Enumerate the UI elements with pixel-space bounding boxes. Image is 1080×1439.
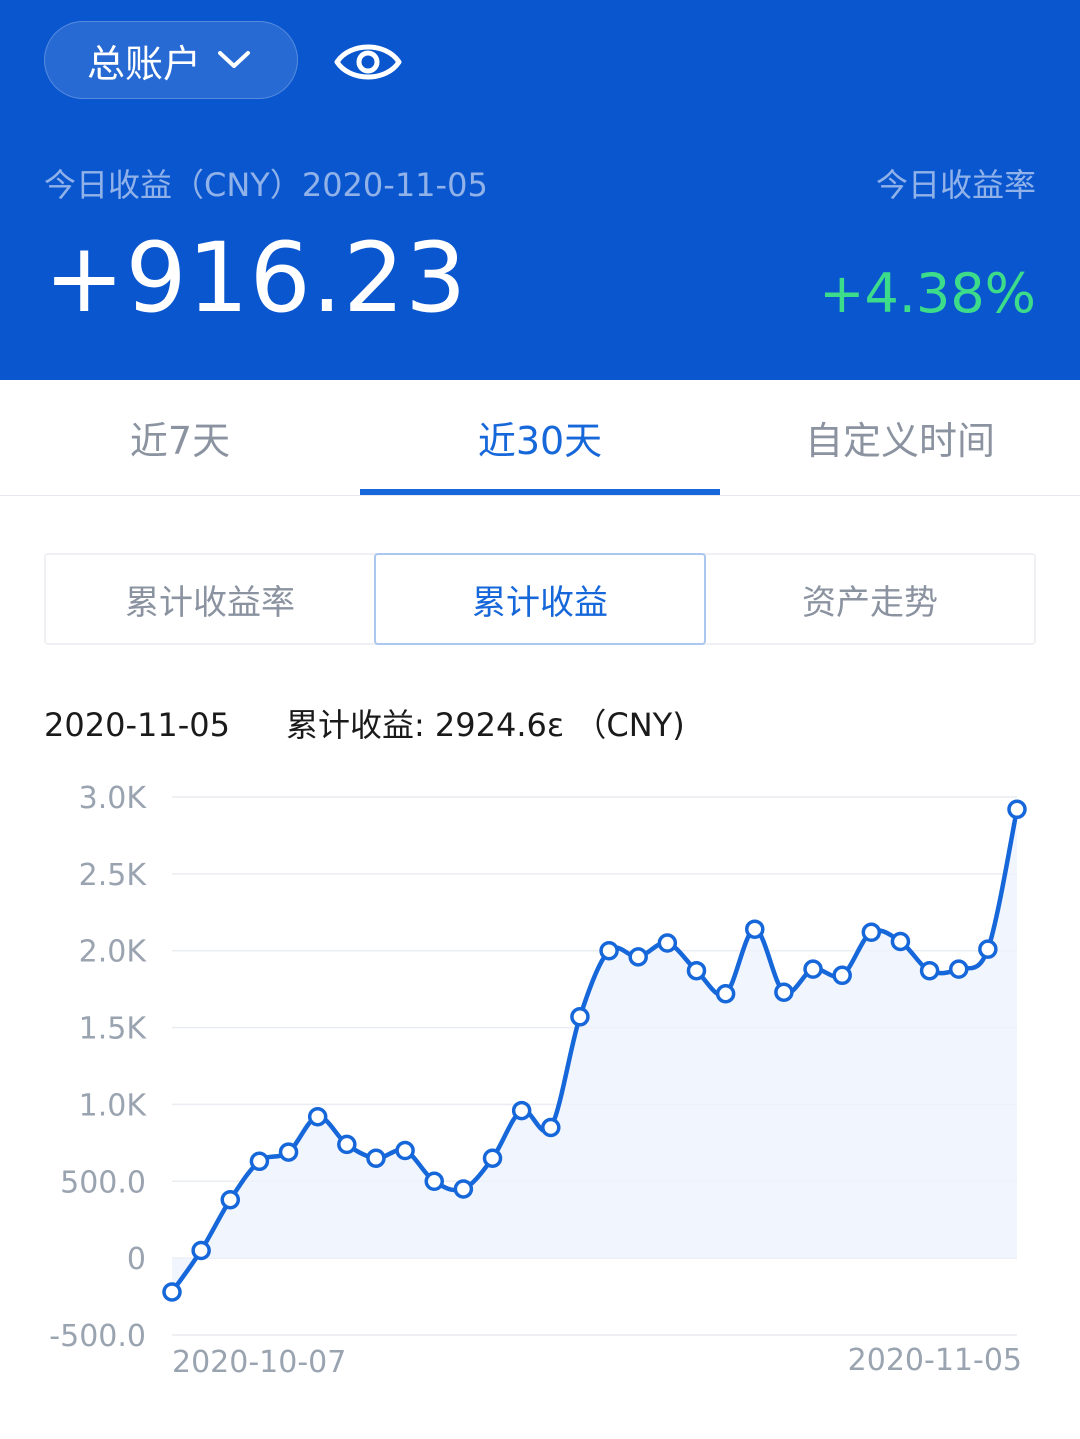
account-label: 总账户 — [87, 41, 202, 86]
data-point — [424, 1171, 444, 1192]
tab-custom-time[interactable]: 自定义时间 — [720, 380, 1080, 495]
tab-7-days[interactable]: 近7天 — [0, 380, 360, 495]
data-point — [861, 922, 882, 943]
data-point — [686, 960, 707, 981]
y-tick-label: 500.0 — [60, 1165, 146, 1200]
segment-cumulative-earnings[interactable]: 累计收益 — [374, 553, 706, 645]
data-point — [832, 965, 852, 986]
y-tick-label: -500.0 — [49, 1319, 146, 1354]
data-point — [1007, 799, 1027, 820]
eye-icon[interactable] — [334, 38, 402, 86]
data-point — [919, 960, 940, 981]
data-point — [453, 1179, 474, 1199]
data-point — [890, 931, 911, 952]
data-point — [366, 1148, 386, 1168]
account-header: 总账户 今日收益（CNY）2020-11-05 今日收益率 +916.23 +4… — [0, 0, 1080, 380]
area-fill — [172, 809, 1017, 1292]
data-point — [541, 1117, 561, 1138]
readout-date: 2020-11-05 — [44, 706, 230, 744]
y-tick-label: 2.0K — [79, 935, 148, 970]
chart-readout: 2020-11-05 累计收益: 2924.6ε （CNY) — [44, 700, 685, 746]
y-tick-label: 0 — [127, 1242, 146, 1277]
data-point — [191, 1240, 211, 1261]
tab-30-days[interactable]: 近30天 — [360, 380, 720, 495]
y-tick-label: 1.5K — [79, 1012, 148, 1047]
y-tick-label: 2.5K — [79, 858, 148, 893]
active-tab-indicator — [360, 489, 720, 495]
data-point — [628, 947, 648, 967]
data-point — [249, 1151, 270, 1172]
data-point — [803, 959, 823, 979]
metric-segment-control: 累计收益率 累计收益 资产走势 — [44, 553, 1036, 645]
data-point — [395, 1140, 415, 1161]
data-point — [511, 1100, 532, 1121]
today-rate-label: 今日收益率 — [875, 166, 1036, 204]
data-point — [715, 984, 736, 1004]
data-point — [657, 933, 678, 953]
account-selector-button[interactable]: 总账户 — [44, 21, 298, 99]
data-point — [482, 1148, 503, 1168]
cumulative-earnings-chart: -500.0 0 500.0 1.0K 1.5K 2.0K 2.5K 3.0K 2020-10-… — [49, 781, 1027, 1380]
data-point — [162, 1282, 182, 1302]
readout-value: 累计收益: 2924.6ε （CNY) — [285, 706, 685, 744]
data-point — [745, 919, 765, 939]
data-point — [307, 1106, 328, 1127]
data-point — [220, 1189, 241, 1210]
data-point — [948, 959, 969, 979]
data-point — [774, 982, 794, 1002]
data-point — [278, 1142, 299, 1162]
segment-cumulative-rate[interactable]: 累计收益率 — [46, 555, 374, 643]
data-point — [570, 1007, 590, 1027]
y-tick-label: 1.0K — [79, 1088, 148, 1123]
segment-asset-trend[interactable]: 资产走势 — [706, 555, 1034, 643]
y-tick-label: 3.0K — [79, 781, 148, 816]
x-tick-label: 2020-10-07 — [172, 1345, 346, 1380]
data-point — [599, 940, 619, 961]
chevron-down-icon — [218, 51, 251, 68]
today-earnings-value: +916.23 — [44, 222, 468, 334]
today-rate-value: +4.38% — [819, 262, 1036, 325]
data-point — [978, 939, 998, 959]
period-tabs: 近7天 近30天 自定义时间 — [0, 380, 1080, 496]
data-point — [337, 1134, 357, 1155]
x-tick-label: 2020-11-05 — [848, 1343, 1022, 1378]
today-earnings-label: 今日收益（CNY）2020-11-05 — [44, 166, 488, 204]
